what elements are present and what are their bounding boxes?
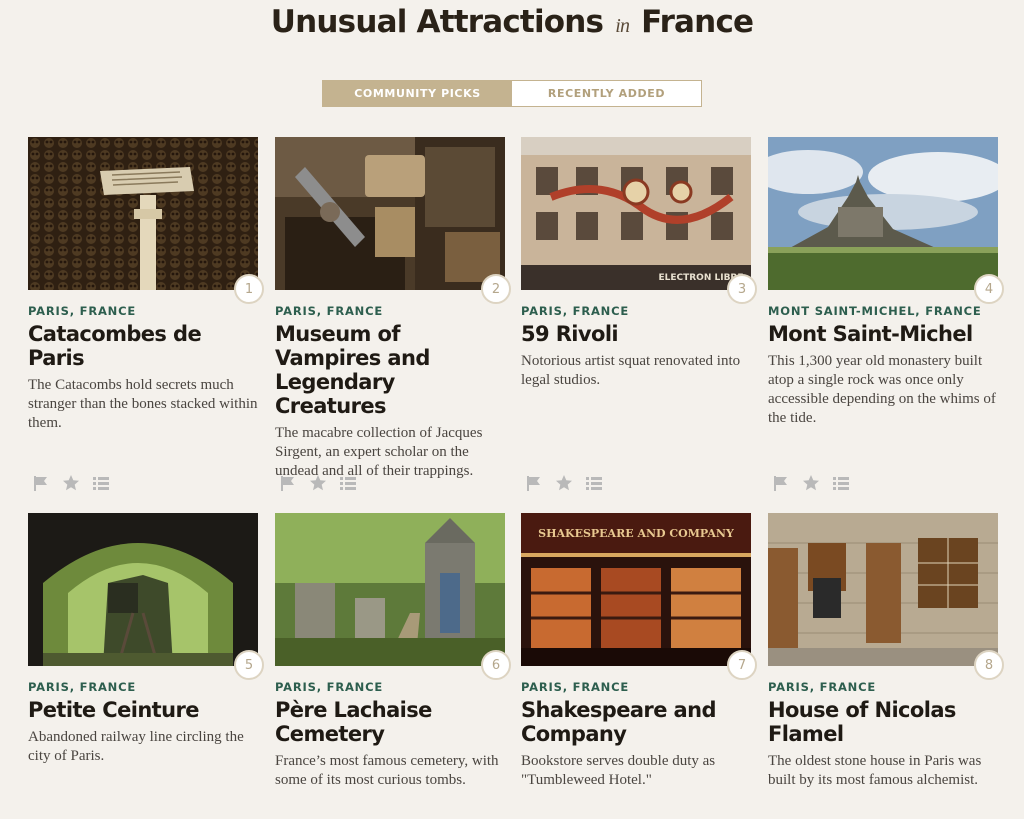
place-card[interactable]: 2 PARIS, FRANCE Museum of Vampires and L… bbox=[275, 137, 511, 481]
place-photo[interactable]: 8 bbox=[768, 513, 1004, 680]
place-card[interactable]: 5 PARIS, FRANCE Petite Ceinture Abandone… bbox=[28, 513, 264, 766]
place-description: France’s most famous cemetery, with some… bbox=[275, 753, 499, 788]
tab-bar: COMMUNITY PICKS RECENTLY ADDED bbox=[322, 80, 702, 107]
place-location[interactable]: PARIS, FRANCE bbox=[28, 680, 258, 694]
place-name[interactable]: Père Lachaise Cemetery bbox=[275, 698, 505, 746]
place-photo[interactable]: SHAKESPEARE AND COMPANY 7 bbox=[521, 513, 757, 680]
place-photo[interactable]: ELECTRON LIBRE 3 bbox=[521, 137, 757, 304]
place-name[interactable]: 59 Rivoli bbox=[521, 322, 751, 346]
place-description: The Catacombs hold secrets much stranger… bbox=[28, 377, 258, 431]
list-icon[interactable] bbox=[585, 474, 603, 492]
star-icon[interactable] bbox=[62, 474, 80, 492]
place-card[interactable]: 6 PARIS, FRANCE Père Lachaise Cemetery F… bbox=[275, 513, 511, 790]
place-description: Notorious artist squat renovated into le… bbox=[521, 353, 741, 388]
place-name[interactable]: Mont Saint-Michel bbox=[768, 322, 998, 346]
star-icon[interactable] bbox=[555, 474, 573, 492]
rank-badge: 6 bbox=[481, 650, 511, 680]
tab-recently-added[interactable]: RECENTLY ADDED bbox=[512, 81, 701, 106]
place-photo[interactable]: 6 bbox=[275, 513, 511, 680]
flag-icon[interactable] bbox=[279, 474, 297, 492]
list-icon[interactable] bbox=[339, 474, 357, 492]
place-location[interactable]: PARIS, FRANCE bbox=[275, 304, 505, 318]
rank-badge: 7 bbox=[727, 650, 757, 680]
list-icon[interactable] bbox=[832, 474, 850, 492]
rank-badge: 4 bbox=[974, 274, 1004, 304]
shakespeare-sign-text: SHAKESPEARE AND COMPANY bbox=[538, 527, 734, 540]
card-actions bbox=[32, 474, 110, 492]
card-actions bbox=[772, 474, 850, 492]
place-location[interactable]: PARIS, FRANCE bbox=[28, 304, 258, 318]
place-photo[interactable]: 5 bbox=[28, 513, 264, 680]
place-location[interactable]: PARIS, FRANCE bbox=[768, 680, 998, 694]
rank-badge: 2 bbox=[481, 274, 511, 304]
place-location[interactable]: MONT SAINT-MICHEL, FRANCE bbox=[768, 304, 998, 318]
star-icon[interactable] bbox=[802, 474, 820, 492]
place-photo[interactable]: 4 bbox=[768, 137, 1004, 304]
title-main: Unusual Attractions bbox=[270, 4, 604, 40]
place-location[interactable]: PARIS, FRANCE bbox=[521, 304, 751, 318]
place-photo[interactable]: 2 bbox=[275, 137, 511, 304]
list-icon[interactable] bbox=[92, 474, 110, 492]
rank-badge: 8 bbox=[974, 650, 1004, 680]
star-icon[interactable] bbox=[309, 474, 327, 492]
place-description: This 1,300 year old monastery built atop… bbox=[768, 353, 996, 426]
place-description: The macabre collection of Jacques Sirgen… bbox=[275, 425, 483, 479]
place-name[interactable]: Shakespeare and Company bbox=[521, 698, 751, 746]
title-in: in bbox=[615, 15, 630, 37]
place-description: Abandoned railway line circling the city… bbox=[28, 729, 244, 764]
flag-icon[interactable] bbox=[32, 474, 50, 492]
page-title: Unusual Attractions in France bbox=[0, 4, 1024, 40]
place-name[interactable]: Catacombes de Paris bbox=[28, 322, 258, 370]
tab-community-picks[interactable]: COMMUNITY PICKS bbox=[323, 81, 512, 106]
place-card[interactable]: 1 PARIS, FRANCE Catacombes de Paris The … bbox=[28, 137, 264, 433]
place-card[interactable]: 8 PARIS, FRANCE House of Nicolas Flamel … bbox=[768, 513, 1004, 790]
card-actions bbox=[279, 474, 357, 492]
place-card[interactable]: SHAKESPEARE AND COMPANY 7 PARIS, FRANCE … bbox=[521, 513, 757, 790]
card-actions bbox=[525, 474, 603, 492]
place-description: The oldest stone house in Paris was buil… bbox=[768, 753, 982, 788]
place-location[interactable]: PARIS, FRANCE bbox=[521, 680, 751, 694]
place-location[interactable]: PARIS, FRANCE bbox=[275, 680, 505, 694]
rank-badge: 3 bbox=[727, 274, 757, 304]
rank-badge: 5 bbox=[234, 650, 264, 680]
place-name[interactable]: Museum of Vampires and Legendary Creatur… bbox=[275, 322, 505, 418]
title-place: France bbox=[641, 4, 754, 40]
place-name[interactable]: House of Nicolas Flamel bbox=[768, 698, 998, 746]
place-card[interactable]: 4 MONT SAINT-MICHEL, FRANCE Mont Saint-M… bbox=[768, 137, 1004, 428]
rank-badge: 1 bbox=[234, 274, 264, 304]
place-card[interactable]: ELECTRON LIBRE 3 PARIS, FRANCE 59 Rivoli… bbox=[521, 137, 757, 390]
place-description: Bookstore serves double duty as "Tumblew… bbox=[521, 753, 716, 788]
flag-icon[interactable] bbox=[772, 474, 790, 492]
place-photo[interactable]: 1 bbox=[28, 137, 264, 304]
place-name[interactable]: Petite Ceinture bbox=[28, 698, 258, 722]
flag-icon[interactable] bbox=[525, 474, 543, 492]
